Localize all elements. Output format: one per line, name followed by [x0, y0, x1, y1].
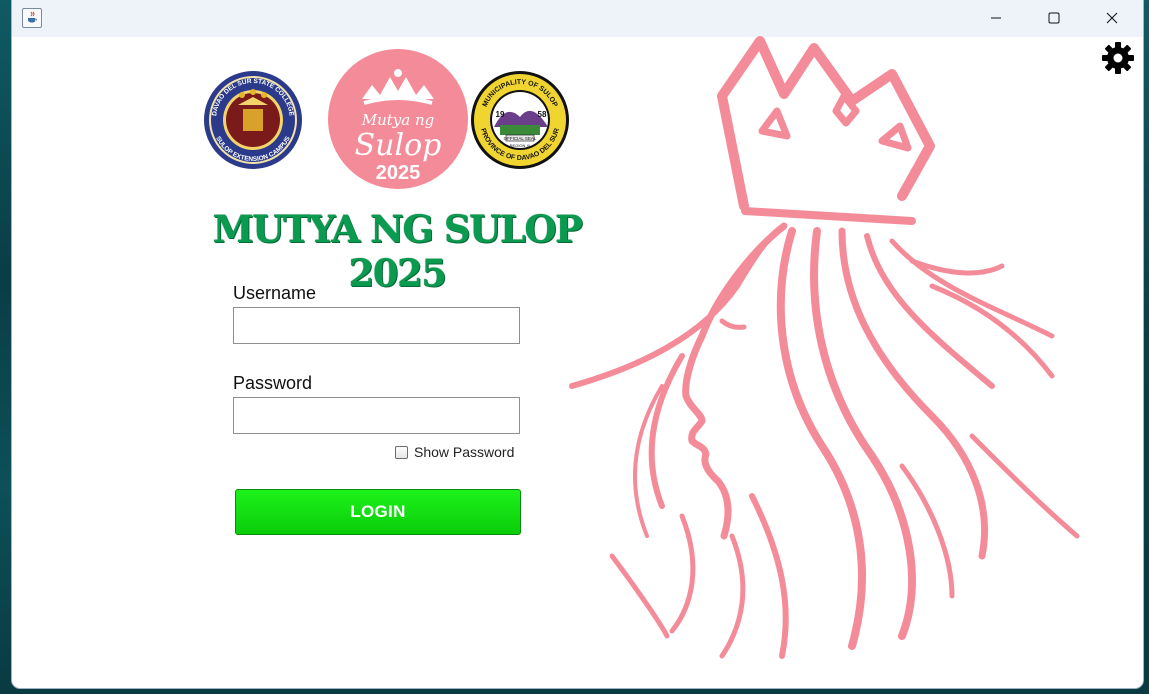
show-password-label: Show Password — [414, 444, 515, 460]
mutya-badge-logo: Mutya ng Sulop 2025 — [328, 49, 468, 189]
gear-icon — [1102, 42, 1134, 74]
login-window: DAVAO DEL SUR STATE COLLEGE SULOP EXTENS… — [12, 0, 1143, 688]
java-app-icon[interactable] — [22, 8, 42, 28]
show-password-checkbox[interactable] — [395, 445, 408, 459]
password-label: Password — [233, 373, 313, 393]
maximize-icon — [1048, 12, 1060, 24]
svg-text:OFFICIAL SEAL: OFFICIAL SEAL — [504, 136, 537, 141]
svg-text:58: 58 — [538, 110, 547, 119]
close-button[interactable] — [1083, 0, 1141, 36]
minimize-button[interactable] — [967, 0, 1025, 36]
login-button[interactable]: LOGIN — [235, 489, 521, 535]
svg-text:REGION XI: REGION XI — [510, 143, 531, 148]
close-icon — [1106, 12, 1118, 24]
settings-button[interactable] — [1100, 40, 1136, 76]
svg-text:Mutya ng: Mutya ng — [361, 111, 435, 129]
username-label: Username — [233, 283, 317, 303]
title-bar — [12, 0, 1143, 37]
username-input[interactable] — [233, 307, 520, 344]
show-password-toggle[interactable]: Show Password — [395, 444, 514, 460]
logos-row: DAVAO DEL SUR STATE COLLEGE SULOP EXTENS… — [202, 47, 582, 192]
logos-graphic: DAVAO DEL SUR STATE COLLEGE SULOP EXTENS… — [204, 49, 569, 189]
queen-silhouette-illustration — [552, 36, 1092, 666]
maximize-button[interactable] — [1025, 0, 1083, 36]
svg-text:2025: 2025 — [376, 162, 421, 184]
svg-text:19: 19 — [496, 110, 505, 119]
minimize-icon — [991, 17, 1001, 19]
svg-text:Sulop: Sulop — [355, 128, 442, 163]
password-input[interactable] — [233, 397, 520, 434]
college-seal-logo: DAVAO DEL SUR STATE COLLEGE SULOP EXTENS… — [204, 71, 302, 169]
